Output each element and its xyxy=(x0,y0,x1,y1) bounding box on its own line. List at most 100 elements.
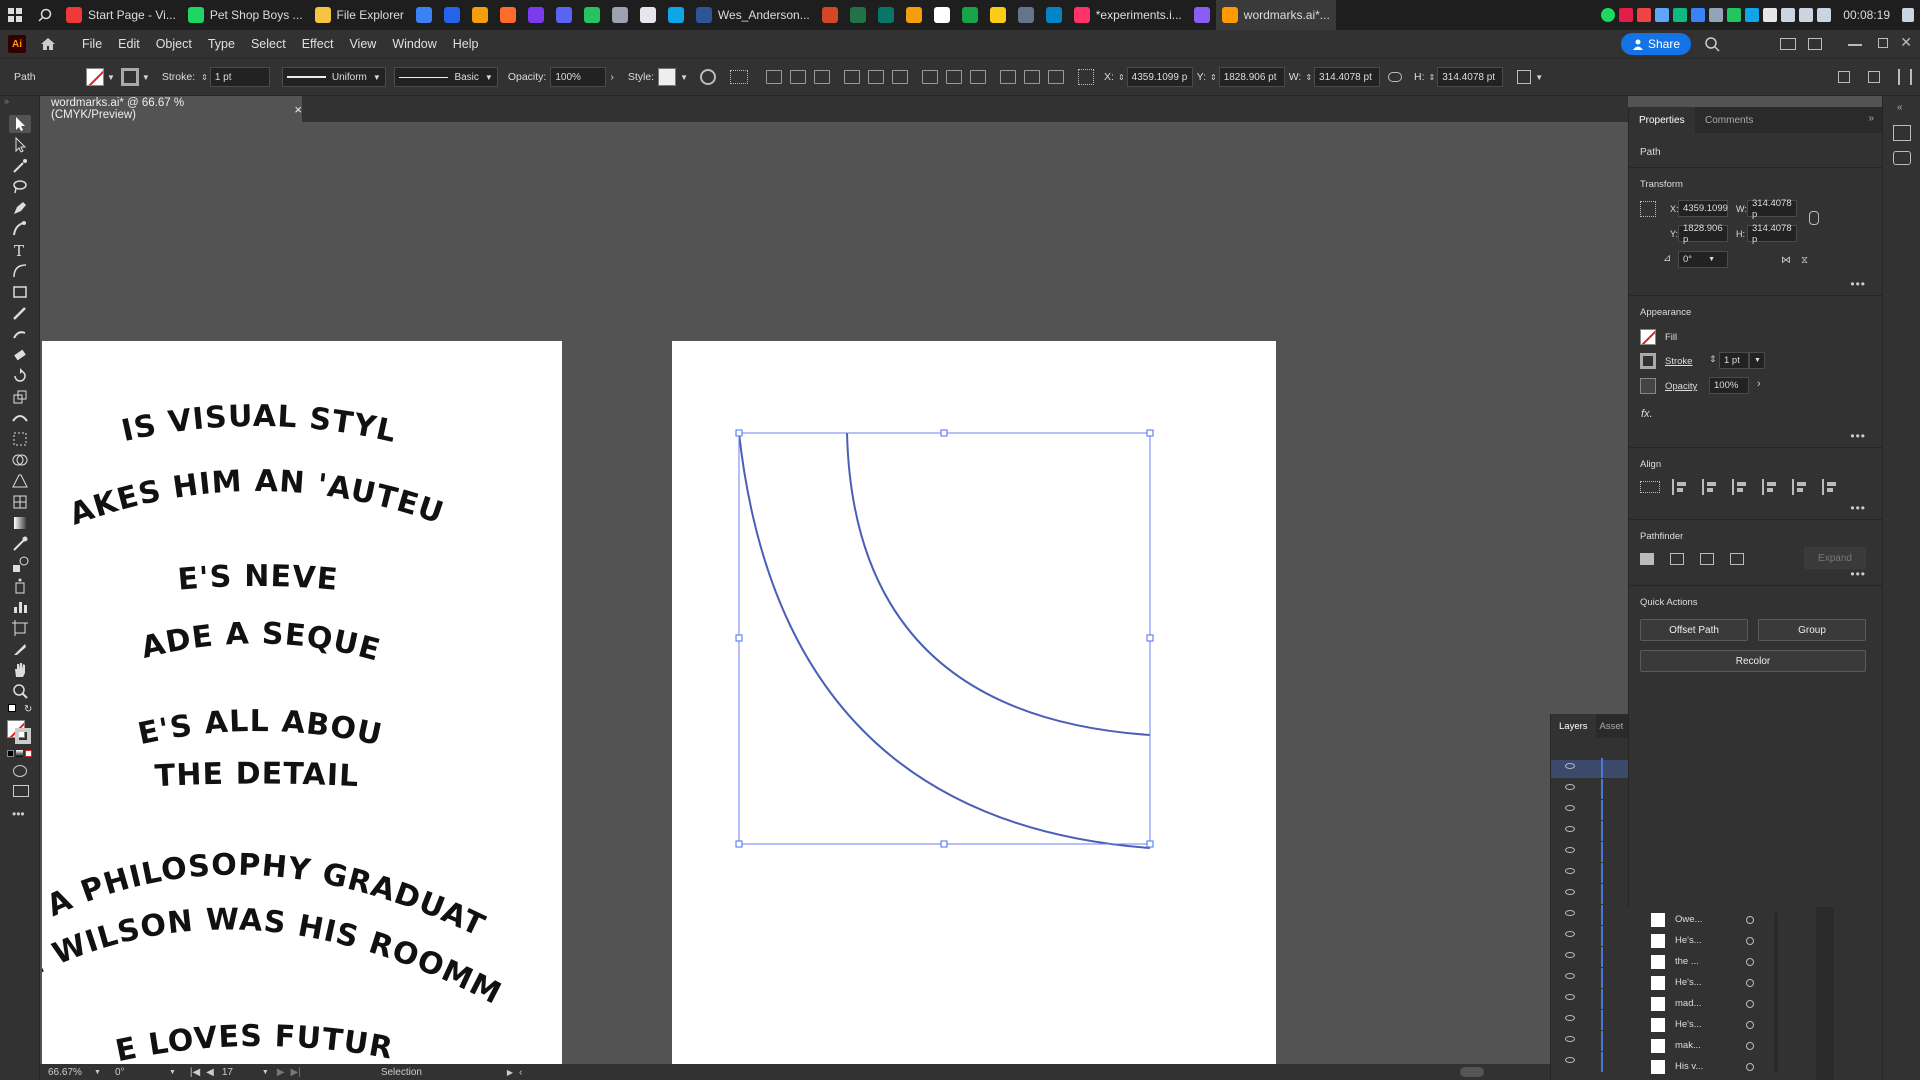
align-vertical-center-icon[interactable] xyxy=(1792,479,1808,495)
more-options-icon[interactable]: ••• xyxy=(1850,501,1866,515)
magic-wand-tool-icon[interactable] xyxy=(9,157,31,175)
blend-tool-icon[interactable] xyxy=(9,556,31,574)
eyedropper-tool-icon[interactable] xyxy=(9,535,31,553)
close-tab-icon[interactable]: × xyxy=(294,102,302,117)
windows-start-icon[interactable] xyxy=(0,0,30,30)
intersect-icon[interactable] xyxy=(1700,553,1714,565)
collapse-icon[interactable]: » xyxy=(0,96,39,112)
align-bottom-icon[interactable] xyxy=(892,70,909,84)
clock[interactable]: 00:08:19 xyxy=(1843,8,1890,22)
column-graph-tool-icon[interactable] xyxy=(9,598,31,616)
distribute-middle-icon[interactable] xyxy=(1024,70,1041,84)
panel-menu-icon[interactable] xyxy=(1868,71,1880,83)
default-fill-stroke-icon[interactable]: ↻ xyxy=(8,704,32,718)
taskbar-app[interactable]: File Explorer xyxy=(309,0,410,30)
rotation-value[interactable]: 0° xyxy=(115,1067,169,1078)
lasso-tool-icon[interactable] xyxy=(9,178,31,196)
align-bottom-icon[interactable] xyxy=(1822,479,1838,495)
align-top-icon[interactable] xyxy=(844,70,861,84)
search-icon[interactable] xyxy=(30,0,60,30)
taskbar-app[interactable] xyxy=(438,0,466,30)
menu-effect[interactable]: Effect xyxy=(294,37,342,51)
distribute-bottom-icon[interactable] xyxy=(970,70,987,84)
layer-visibility-eye-icon[interactable] xyxy=(1565,1057,1575,1063)
layer-name[interactable]: the ... xyxy=(1675,956,1699,967)
layer-target-icon[interactable] xyxy=(1746,1063,1754,1071)
variable-width-profile[interactable]: Uniform ▼ xyxy=(281,67,386,87)
edit-toolbar-icon[interactable]: ••• xyxy=(12,807,39,821)
scale-tool-icon[interactable] xyxy=(9,388,31,406)
fill-swatch[interactable] xyxy=(1640,329,1656,345)
workspace-switcher-icon[interactable] xyxy=(1808,38,1822,50)
taskbar-app[interactable] xyxy=(1012,0,1040,30)
layer-visibility-eye-icon[interactable] xyxy=(1565,931,1575,937)
transform-x-field[interactable]: 4359.1099 xyxy=(1678,200,1728,217)
transform-y-field[interactable]: 1828.906 p xyxy=(1678,223,1728,245)
opacity-field[interactable]: 100% xyxy=(550,67,607,87)
menu-view[interactable]: View xyxy=(341,37,384,51)
layer-visibility-eye-icon[interactable] xyxy=(1565,805,1575,811)
layer-visibility-eye-icon[interactable] xyxy=(1565,952,1575,958)
layer-visibility-eye-icon[interactable] xyxy=(1565,784,1575,790)
layer-name[interactable]: He's... xyxy=(1675,1019,1702,1030)
artboard-wordmarks[interactable]: HIS VISUAL STYLE MAKES HIM AN 'AUTEUR' H… xyxy=(42,341,562,1064)
layer-visibility-eye-icon[interactable] xyxy=(1565,889,1575,895)
expand-button[interactable]: Expand xyxy=(1804,547,1866,569)
width-field[interactable]: 314.4078 pt xyxy=(1314,67,1381,87)
stroke-stepper-icon[interactable]: ⇕ xyxy=(201,73,208,82)
fill-swatch[interactable] xyxy=(86,68,104,86)
taskbar-app[interactable] xyxy=(466,0,494,30)
chevron-right-icon[interactable]: › xyxy=(1757,378,1761,390)
distribute-left-icon[interactable] xyxy=(1000,70,1017,84)
reference-point-icon[interactable] xyxy=(1640,201,1656,217)
curvature-tool-icon[interactable] xyxy=(9,220,31,238)
rotate-angle-icon[interactable]: ⊿ xyxy=(1663,253,1671,264)
layer-name[interactable]: mad... xyxy=(1675,998,1701,1009)
document-tab[interactable]: wordmarks.ai* @ 66.67 % (CMYK/Preview) × xyxy=(40,96,302,122)
chevron-down-icon[interactable]: ▼ xyxy=(94,1069,101,1076)
align-vertical-center-icon[interactable] xyxy=(868,70,885,84)
volume-icon[interactable] xyxy=(1817,8,1832,22)
shaper-tool-icon[interactable] xyxy=(9,325,31,343)
collapse-panel-icon[interactable]: » xyxy=(1868,113,1874,124)
layer-name[interactable]: He's... xyxy=(1675,935,1702,946)
taskbar-app[interactable]: wordmarks.ai*... xyxy=(1215,0,1336,30)
battery-icon[interactable] xyxy=(1781,8,1796,22)
properties-tab[interactable]: Properties xyxy=(1629,107,1695,133)
stroke-weight-field[interactable]: 1 pt xyxy=(1719,352,1749,369)
menu-type[interactable]: Type xyxy=(200,37,243,51)
layer-name[interactable]: mak... xyxy=(1675,1040,1701,1051)
menu-window[interactable]: Window xyxy=(384,37,444,51)
app-tray-icon[interactable] xyxy=(1619,8,1634,22)
layers-tab[interactable]: Layers xyxy=(1551,714,1596,738)
type-tool-icon[interactable]: T xyxy=(9,241,31,259)
taskbar-app[interactable]: Start Page - Vi... xyxy=(60,0,182,30)
align-left-icon[interactable] xyxy=(766,70,783,84)
chevron-down-icon[interactable]: ▼ xyxy=(262,1069,269,1076)
graphic-style-swatch[interactable] xyxy=(658,68,677,86)
layer-visibility-eye-icon[interactable] xyxy=(1565,973,1575,979)
first-artboard-icon[interactable]: |◀ xyxy=(190,1067,200,1078)
search-help-icon[interactable] xyxy=(1704,36,1720,55)
selection-tool-icon[interactable] xyxy=(9,115,31,133)
panel-options-icon[interactable] xyxy=(1898,69,1912,85)
layers-scrollbar[interactable] xyxy=(1774,913,1778,1073)
taskbar-app[interactable] xyxy=(872,0,900,30)
flip-horizontal-icon[interactable]: ⋈ xyxy=(1781,255,1791,266)
taskbar-app[interactable] xyxy=(550,0,578,30)
wifi-icon[interactable] xyxy=(1799,8,1814,22)
distribute-right-icon[interactable] xyxy=(1048,70,1065,84)
previous-artboard-icon[interactable]: ◀ xyxy=(206,1067,214,1078)
mesh-tool-icon[interactable] xyxy=(9,493,31,511)
transform-h-field[interactable]: 314.4078 p xyxy=(1747,223,1797,245)
vivaldi-tray-icon[interactable] xyxy=(1637,8,1652,22)
layer-name[interactable]: Owe... xyxy=(1675,914,1702,925)
inner-arc-path[interactable] xyxy=(846,432,1151,736)
chevron-right-icon[interactable]: › xyxy=(610,71,614,83)
next-artboard-icon[interactable]: ▶ xyxy=(277,1067,285,1078)
taskbar-app[interactable] xyxy=(956,0,984,30)
color-mode-icons[interactable] xyxy=(7,750,39,757)
group-button[interactable]: Group xyxy=(1758,619,1866,641)
constrain-proportions-icon[interactable] xyxy=(1388,72,1403,82)
slice-tool-icon[interactable] xyxy=(9,640,31,658)
